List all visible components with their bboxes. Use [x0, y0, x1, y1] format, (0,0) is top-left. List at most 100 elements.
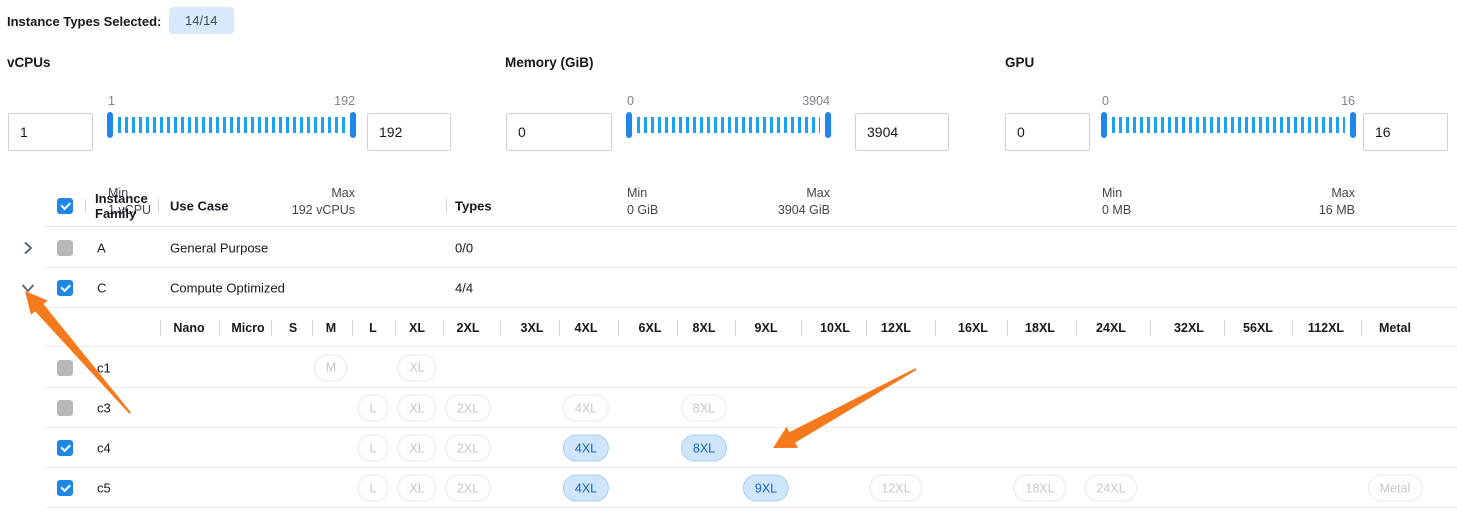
column-separator — [1361, 320, 1362, 336]
row-checkbox[interactable] — [57, 360, 73, 376]
instance-row: c3 L XL 2XL 4XL 8XL — [0, 388, 1457, 428]
size-column-header: 16XL — [958, 321, 988, 335]
size-column-header: 18XL — [1025, 321, 1055, 335]
row-checkbox[interactable] — [57, 440, 73, 456]
row-checkbox[interactable] — [57, 400, 73, 416]
instance-family: C — [97, 281, 106, 296]
size-column-header: 56XL — [1243, 321, 1273, 335]
range-slider[interactable]: 1 192 Min Max 1 vCPU 192 vCPUs — [108, 94, 355, 184]
table-header-row: Instance Family Use Case Types — [0, 185, 1457, 227]
size-pill[interactable]: 9XL — [743, 475, 789, 502]
size-column-header: 12XL — [881, 321, 911, 335]
row-checkbox[interactable] — [57, 240, 73, 256]
size-column-header: 112XL — [1308, 321, 1344, 335]
size-column-header: S — [289, 321, 297, 335]
range-slider[interactable]: 0 3904 Min Max 0 GiB 3904 GiB — [627, 94, 830, 184]
size-pill[interactable]: 4XL — [563, 395, 609, 422]
slider-min-label: 1 — [108, 94, 115, 108]
column-separator — [801, 320, 802, 336]
size-pill[interactable]: XL — [397, 435, 436, 462]
range-slider[interactable]: 0 16 Min Max 0 MB 16 MB — [1102, 94, 1355, 184]
size-column-header: L — [369, 321, 377, 335]
slider-handle-min[interactable] — [626, 112, 632, 138]
select-all-checkbox[interactable] — [57, 198, 73, 214]
column-separator — [866, 320, 867, 336]
types-count: 4/4 — [455, 281, 473, 296]
instance-type-selector: Instance Types Selected: 14/14 vCPUs 1 1… — [0, 0, 1457, 511]
min-input[interactable] — [1005, 113, 1090, 151]
family-group-row: C Compute Optimized 4/4 — [0, 268, 1457, 308]
expand-toggle[interactable] — [20, 240, 36, 256]
slider-handle-min[interactable] — [107, 112, 113, 138]
column-header-use-case: Use Case — [170, 199, 229, 214]
slider-handle-min[interactable] — [1101, 112, 1107, 138]
row-divider — [45, 507, 1457, 508]
instance-name: c3 — [97, 401, 111, 416]
slider-handle-max[interactable] — [825, 112, 831, 138]
collapse-toggle[interactable] — [20, 280, 36, 296]
selected-count-label: Instance Types Selected: — [7, 14, 161, 29]
slider-ticks — [118, 117, 345, 133]
min-input[interactable] — [506, 113, 612, 151]
column-separator — [158, 199, 159, 213]
size-pill[interactable]: 4XL — [563, 435, 609, 462]
instance-row: c5 LXL2XL4XL9XL12XL18XL24XLMetal — [0, 468, 1457, 508]
slider-max-label: 16 — [1341, 94, 1355, 108]
selected-count-badge: 14/14 — [169, 7, 234, 34]
size-pill[interactable]: 2XL — [445, 435, 491, 462]
size-pill[interactable]: 2XL — [445, 475, 491, 502]
instance-row: c1 MXL — [0, 347, 1457, 388]
types-count: 0/0 — [455, 240, 473, 255]
column-separator — [160, 320, 161, 336]
size-column-header: 10XL — [820, 321, 850, 335]
slider-min-label: 0 — [1102, 94, 1109, 108]
size-pill[interactable]: XL — [397, 395, 436, 422]
slider-min-label: 0 — [627, 94, 634, 108]
column-separator — [1007, 320, 1008, 336]
size-column-header: Metal — [1379, 321, 1411, 335]
size-column-header: Micro — [231, 321, 264, 335]
slider-handle-max[interactable] — [350, 112, 356, 138]
slider-track[interactable] — [108, 112, 355, 138]
size-pill[interactable]: L — [358, 395, 389, 422]
slider-handle-max[interactable] — [1350, 112, 1356, 138]
size-pill[interactable]: 18XL — [1013, 475, 1066, 502]
slider-track[interactable] — [1102, 112, 1355, 138]
max-input[interactable] — [367, 113, 451, 151]
column-separator — [271, 320, 272, 336]
min-input[interactable] — [8, 113, 93, 151]
column-header-types: Types — [455, 199, 492, 214]
column-separator — [935, 320, 936, 336]
size-pill[interactable]: 12XL — [869, 475, 922, 502]
size-pill[interactable]: 4XL — [563, 475, 609, 502]
instance-family: A — [97, 240, 106, 255]
row-checkbox[interactable] — [57, 280, 73, 296]
column-separator — [312, 320, 313, 336]
family-group-row: A General Purpose 0/0 — [0, 227, 1457, 268]
size-column-header: M — [326, 321, 336, 335]
size-pill[interactable]: XL — [397, 354, 436, 381]
column-separator — [677, 320, 678, 336]
size-pill[interactable]: Metal — [1368, 475, 1423, 502]
size-pill[interactable]: 8XL — [681, 435, 727, 462]
max-input[interactable] — [1363, 113, 1448, 151]
size-column-header: 2XL — [457, 321, 480, 335]
column-header-instance-family: Instance Family — [95, 191, 157, 221]
size-pill[interactable]: M — [314, 354, 348, 381]
max-input[interactable] — [855, 113, 949, 151]
column-separator — [352, 320, 353, 336]
column-separator — [1292, 320, 1293, 336]
slider-track[interactable] — [627, 112, 830, 138]
slider-max-label: 192 — [334, 94, 355, 108]
column-separator — [395, 320, 396, 336]
size-pill[interactable]: 8XL — [681, 395, 727, 422]
column-separator — [1224, 320, 1225, 336]
size-pill[interactable]: L — [358, 475, 389, 502]
use-case: Compute Optimized — [170, 281, 285, 296]
size-pill[interactable]: 2XL — [445, 395, 491, 422]
size-pill[interactable]: L — [358, 435, 389, 462]
size-pill[interactable]: XL — [397, 475, 436, 502]
row-checkbox[interactable] — [57, 480, 73, 496]
column-separator — [1150, 320, 1151, 336]
size-pill[interactable]: 24XL — [1084, 475, 1137, 502]
